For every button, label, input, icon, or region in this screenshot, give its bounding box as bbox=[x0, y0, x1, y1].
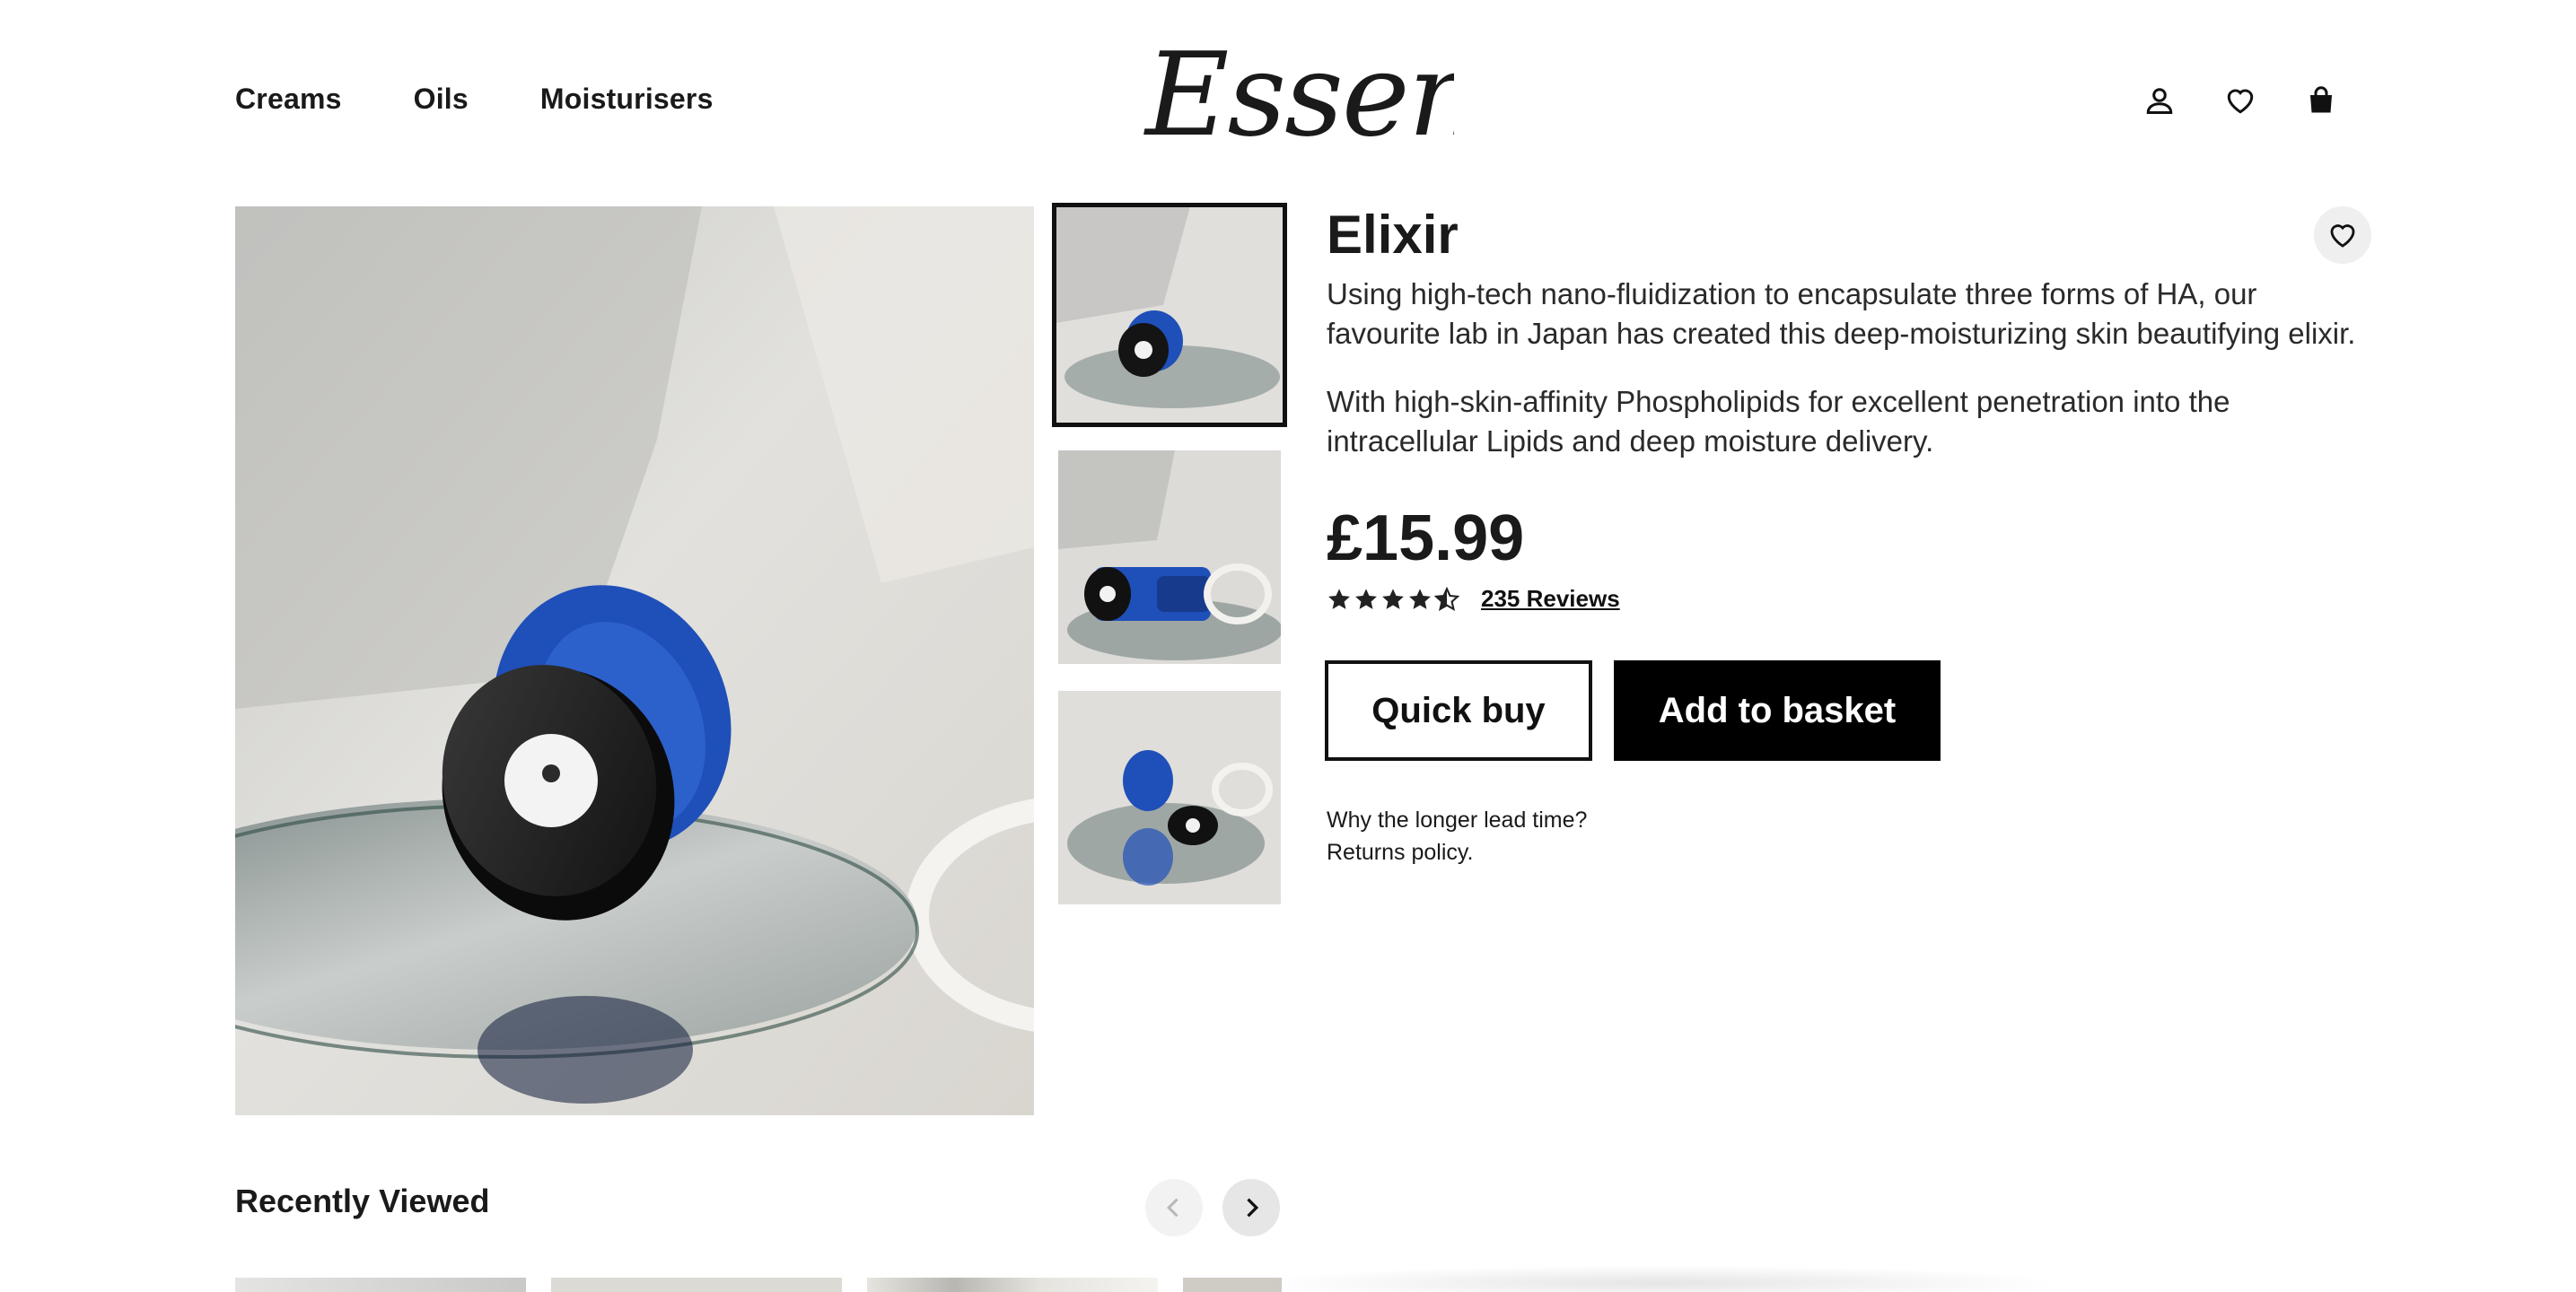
product-title: Elixir bbox=[1327, 205, 1459, 265]
add-to-wishlist-button[interactable] bbox=[2314, 206, 2371, 264]
recently-viewed-title: Recently Viewed bbox=[235, 1183, 490, 1219]
thumbnail-3[interactable] bbox=[1058, 691, 1281, 904]
main-product-image[interactable] bbox=[235, 206, 1034, 1115]
product-description-2: With high-skin-affinity Phospholipids fo… bbox=[1327, 385, 2230, 458]
recently-viewed-item[interactable] bbox=[867, 1278, 1158, 1292]
thumbnail-1[interactable] bbox=[1052, 203, 1287, 427]
bag-icon[interactable] bbox=[2303, 83, 2339, 118]
reviews-link[interactable]: 235 Reviews bbox=[1481, 585, 1620, 613]
nav-link-creams[interactable]: Creams bbox=[235, 83, 342, 116]
star-full-icon bbox=[1382, 588, 1404, 609]
account-icon[interactable] bbox=[2142, 83, 2177, 118]
returns-policy-link[interactable]: Returns policy. bbox=[1327, 836, 1587, 869]
product-description-1: Using high-tech nano-fluidization to enc… bbox=[1327, 277, 2356, 350]
logo-text: Essence bbox=[1143, 36, 1454, 162]
thumbnail-list bbox=[1052, 203, 1287, 931]
star-half-icon bbox=[1434, 586, 1459, 611]
main-nav: Creams Oils Moisturisers bbox=[235, 83, 714, 116]
lead-time-link[interactable]: Why the longer lead time? bbox=[1327, 804, 1587, 836]
add-to-basket-button[interactable]: Add to basket bbox=[1614, 660, 1941, 761]
nav-link-oils[interactable]: Oils bbox=[414, 83, 469, 116]
carousel-next-button[interactable] bbox=[1222, 1179, 1280, 1236]
recently-viewed-item[interactable] bbox=[551, 1278, 842, 1292]
quick-buy-button[interactable]: Quick buy bbox=[1325, 660, 1592, 761]
star-full-icon bbox=[1409, 588, 1431, 609]
heart-icon bbox=[2330, 224, 2355, 248]
recently-viewed-item[interactable] bbox=[235, 1278, 526, 1292]
star-full-icon bbox=[1328, 588, 1350, 609]
star-full-icon bbox=[1355, 588, 1377, 609]
logo-wordmark: Essence bbox=[1143, 29, 1610, 162]
product-rating: 235 Reviews bbox=[1327, 585, 1620, 613]
brand-logo[interactable]: Essence bbox=[1140, 29, 1610, 162]
info-links: Why the longer lead time? Returns policy… bbox=[1327, 804, 1587, 869]
rating-stars bbox=[1327, 586, 1459, 612]
product-price: £15.99 bbox=[1327, 502, 1525, 574]
carousel-prev-button[interactable] bbox=[1145, 1179, 1203, 1236]
wishlist-heart-icon[interactable] bbox=[2222, 83, 2258, 118]
nav-link-moisturisers[interactable]: Moisturisers bbox=[540, 83, 714, 116]
header-actions bbox=[2142, 83, 2339, 118]
chevron-left-icon bbox=[1167, 1198, 1178, 1218]
thumbnail-2[interactable] bbox=[1058, 450, 1281, 664]
recently-viewed-list bbox=[235, 1278, 1282, 1292]
product-info: Elixir Using high-tech nano-fluidization… bbox=[1327, 206, 2377, 461]
chevron-right-icon bbox=[1247, 1198, 1259, 1218]
carousel-fade bbox=[1257, 1265, 2064, 1292]
